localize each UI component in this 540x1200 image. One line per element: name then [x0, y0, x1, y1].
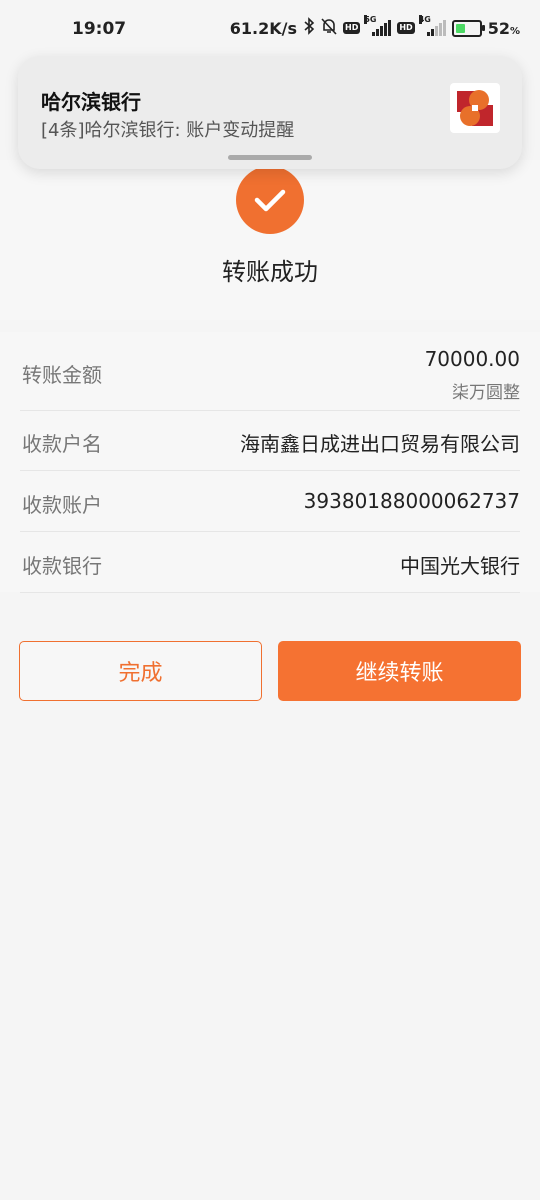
- hd-icon: HD: [397, 22, 415, 34]
- signal-4g-icon: 4G: [418, 15, 446, 36]
- notification-title: 哈尔滨银行: [41, 90, 141, 114]
- transfer-details: 转账金额 70000.00 柒万圆整 收款户名 海南鑫日成进出口贸易有限公司 收…: [0, 332, 540, 593]
- amount-in-words: 柒万圆整: [452, 383, 520, 403]
- done-button[interactable]: 完成: [19, 641, 262, 701]
- detail-row-payee-bank: 收款银行 中国光大银行: [20, 532, 520, 593]
- status-bar: 19:07 61.2K/s HD 5G HD 4G 52%: [0, 0, 540, 60]
- detail-row-amount: 转账金额 70000.00 柒万圆整: [20, 332, 520, 411]
- notification-banner[interactable]: 哈尔滨银行 [4条]哈尔滨银行: 账户变动提醒: [18, 56, 522, 169]
- continue-transfer-button[interactable]: 继续转账: [278, 641, 521, 701]
- notification-body: [4条]哈尔滨银行: 账户变动提醒: [41, 120, 295, 141]
- payee-bank-value: 中国光大银行: [400, 554, 520, 578]
- status-time: 19:07: [72, 19, 127, 39]
- battery-percentage: 52%: [487, 18, 520, 38]
- status-icons: 61.2K/s HD 5G HD 4G 52%: [229, 15, 520, 39]
- payee-name-value: 海南鑫日成进出口贸易有限公司: [240, 432, 520, 456]
- detail-row-payee-account: 收款账户 39380188000062737: [20, 471, 520, 532]
- checkmark-icon: [236, 166, 304, 234]
- result-header: 转账成功: [0, 160, 540, 320]
- payee-bank-label: 收款银行: [22, 554, 102, 578]
- detail-row-payee-name: 收款户名 海南鑫日成进出口贸易有限公司: [20, 410, 520, 471]
- amount-value: 70000.00: [424, 347, 520, 371]
- network-speed: 61.2K/s: [229, 18, 298, 38]
- payee-name-label: 收款户名: [22, 432, 102, 456]
- result-text: 转账成功: [222, 258, 318, 286]
- notification-handle[interactable]: [228, 155, 312, 160]
- battery-icon: [451, 19, 485, 37]
- mute-bell-icon: [321, 17, 337, 39]
- amount-label: 转账金额: [22, 363, 102, 387]
- payee-account-value: 39380188000062737: [303, 489, 520, 513]
- harbin-bank-logo-icon: [450, 83, 500, 133]
- bluetooth-icon: [303, 17, 315, 39]
- signal-5g-icon: 5G: [364, 15, 392, 36]
- payee-account-label: 收款账户: [22, 493, 102, 517]
- hd-icon: HD: [343, 22, 361, 34]
